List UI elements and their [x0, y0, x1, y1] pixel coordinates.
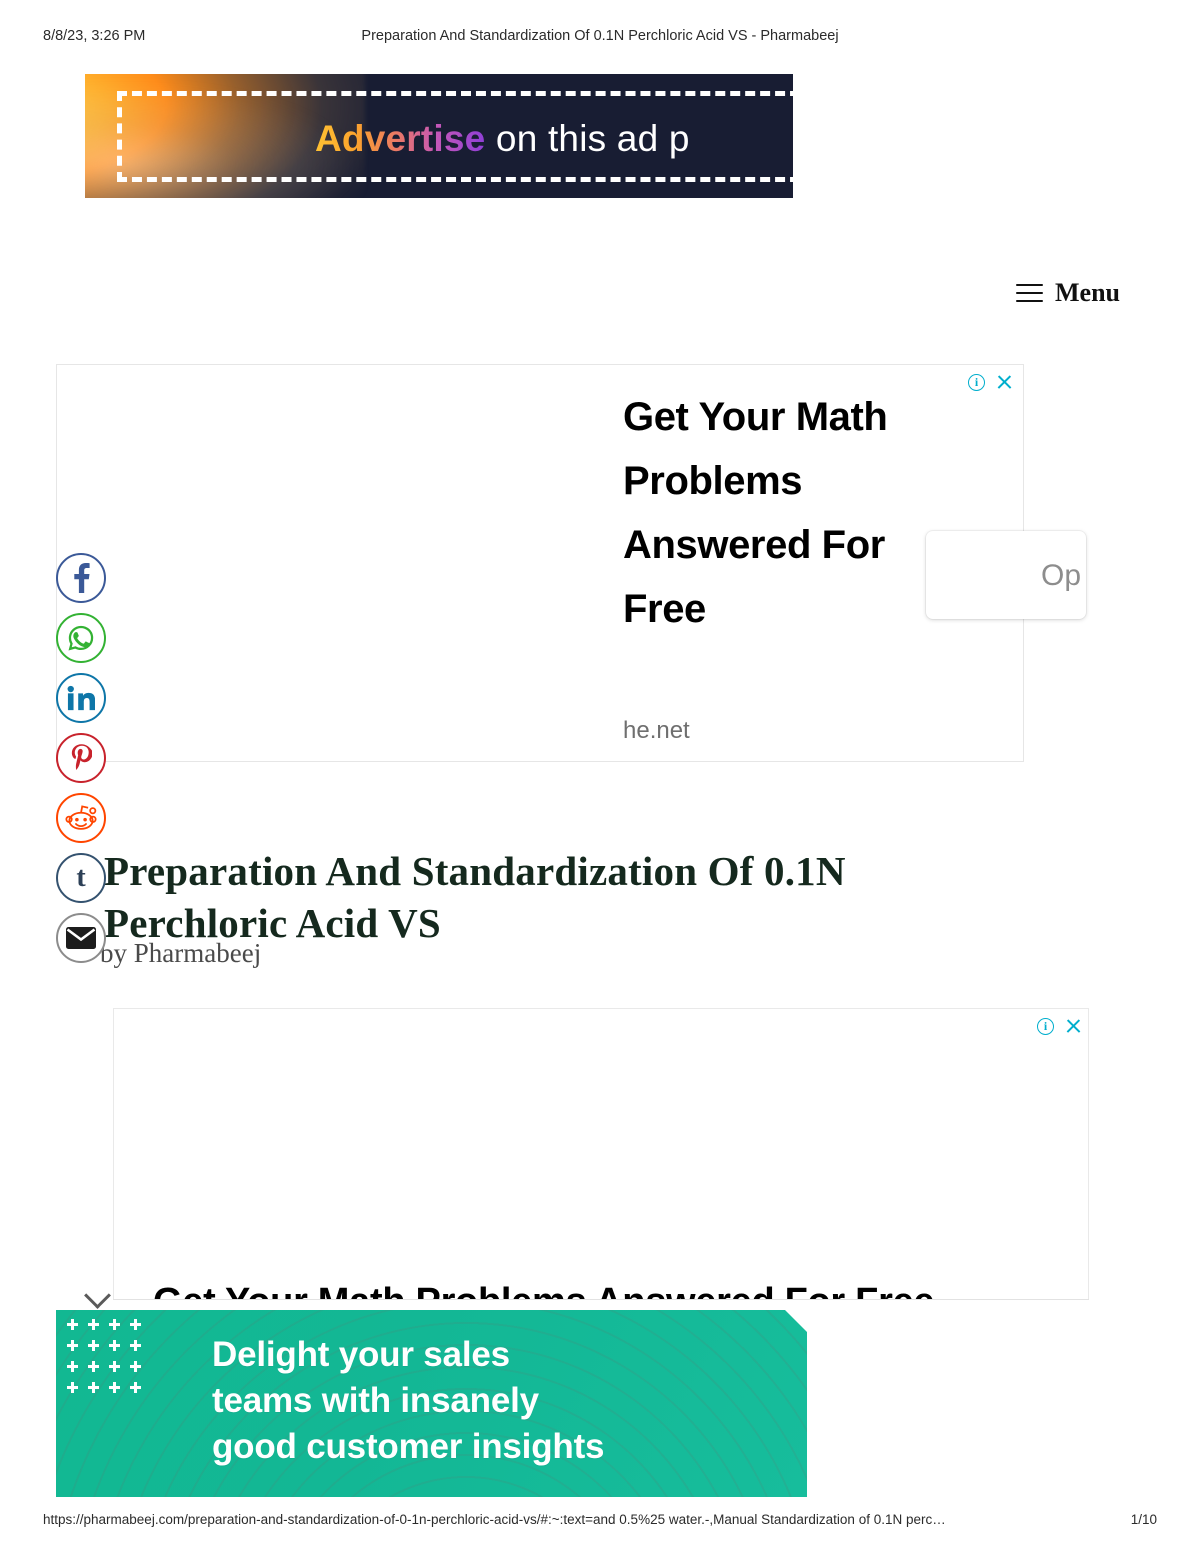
info-icon[interactable]: i: [1037, 1017, 1054, 1035]
banner-headline-highlight: Advertise: [315, 118, 486, 159]
print-footer: https://pharmabeej.com/preparation-and-s…: [0, 1512, 1200, 1532]
close-icon[interactable]: [1064, 1017, 1082, 1035]
social-share-rail: t: [56, 553, 110, 973]
ad-controls: i: [968, 373, 1013, 391]
banner-line-1: Delight your sales: [212, 1335, 510, 1374]
ad-cta-button[interactable]: Op: [926, 531, 1086, 619]
ad-headline-secondary: Get Your Math Problems Answered For Free: [153, 1281, 935, 1299]
share-tumblr-label: t: [76, 862, 86, 893]
menu-button[interactable]: Menu: [1016, 278, 1120, 308]
hamburger-icon: [1016, 283, 1043, 303]
ad-divider: [113, 1299, 1089, 1300]
share-facebook-icon[interactable]: [56, 553, 106, 603]
banner-headline-rest: on this ad p: [485, 118, 690, 159]
article-byline: by Pharmabeej: [100, 938, 262, 968]
ad-container-secondary[interactable]: i Get Your Math Problems Answered For Fr…: [113, 1008, 1089, 1300]
close-icon[interactable]: [995, 373, 1013, 391]
share-linkedin-icon[interactable]: [56, 673, 106, 723]
ad-display-url: he.net: [623, 717, 690, 744]
top-banner-ad[interactable]: Advertise on this ad p: [85, 74, 793, 198]
print-footer-url: https://pharmabeej.com/preparation-and-s…: [43, 1512, 946, 1527]
print-footer-page-number: 1/10: [1130, 1512, 1157, 1527]
banner-headline-bottom: Delight your sales teams with insanely g…: [212, 1332, 604, 1470]
share-email-icon[interactable]: [56, 913, 106, 963]
ad-controls-secondary: i: [1037, 1017, 1082, 1035]
share-whatsapp-icon[interactable]: [56, 613, 106, 663]
ad-container-primary[interactable]: i Get Your Math Problems Answered For Fr…: [56, 364, 1086, 762]
page-title: Preparation And Standardization Of 0.1N …: [104, 848, 846, 947]
banner-corner-notch: [783, 1310, 807, 1334]
share-tumblr-icon[interactable]: t: [56, 853, 106, 903]
menu-label: Menu: [1055, 278, 1120, 307]
share-reddit-icon[interactable]: [56, 793, 106, 843]
banner-headline: Advertise on this ad p: [315, 118, 690, 160]
print-header: 8/8/23, 3:26 PM Preparation And Standard…: [0, 28, 1200, 48]
banner-line-2: teams with insanely: [212, 1381, 539, 1420]
ad-headline: Get Your Math Problems Answered For Free: [623, 395, 888, 631]
bottom-banner-ad[interactable]: Delight your sales teams with insanely g…: [56, 1310, 807, 1497]
info-icon[interactable]: i: [968, 373, 985, 391]
banner-line-3: good customer insights: [212, 1427, 605, 1466]
print-header-title: Preparation And Standardization Of 0.1N …: [361, 28, 839, 44]
banner-dot-grid: [65, 1318, 149, 1402]
chevron-down-icon[interactable]: [85, 1286, 111, 1302]
share-pinterest-icon[interactable]: [56, 733, 106, 783]
ad-cta-label: Op: [1041, 559, 1082, 592]
